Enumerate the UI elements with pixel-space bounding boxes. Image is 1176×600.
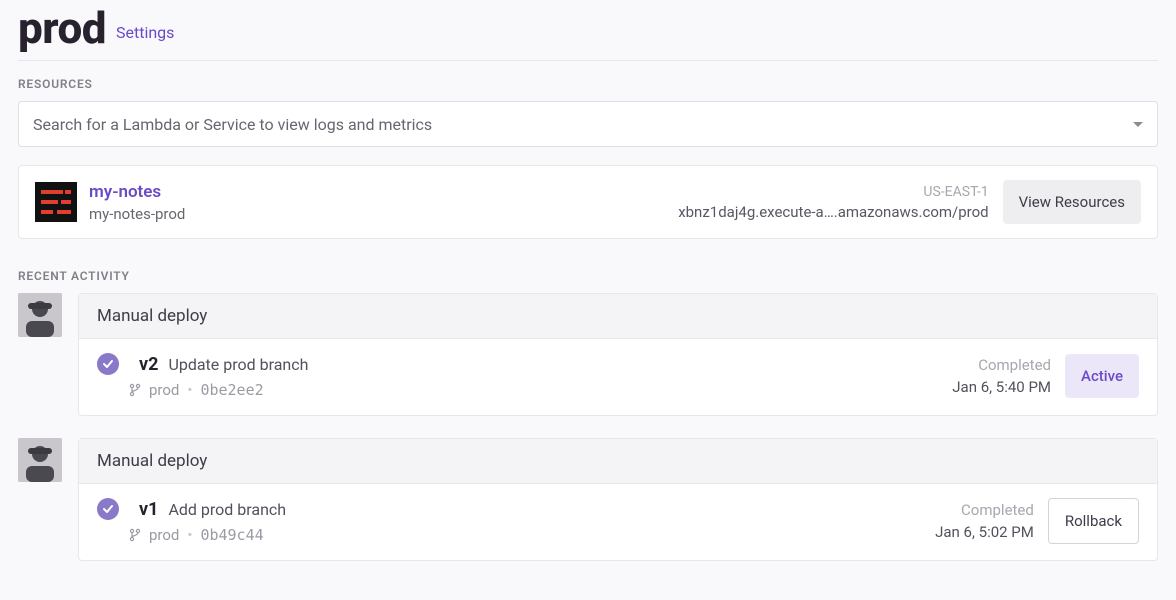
activity-section-label: RECENT ACTIVITY <box>18 269 1158 283</box>
activity-row: Manual deploy v1 Add prod branch prod • … <box>18 438 1158 561</box>
activity-title: Manual deploy <box>79 294 1157 339</box>
commit-hash: 0be2ee2 <box>200 381 263 399</box>
rollback-button[interactable]: Rollback <box>1048 498 1139 544</box>
activity-row: Manual deploy v2 Update prod branch prod… <box>18 293 1158 416</box>
search-placeholder: Search for a Lambda or Service to view l… <box>33 115 432 134</box>
commit-hash: 0b49c44 <box>200 526 263 544</box>
resource-info: my-notes my-notes-prod <box>89 182 185 223</box>
resource-name-link[interactable]: my-notes <box>89 182 185 202</box>
check-icon <box>97 353 119 375</box>
deploy-info: v1 Add prod branch prod • 0b49c44 <box>97 498 286 544</box>
settings-link[interactable]: Settings <box>116 23 174 50</box>
commit-message: Update prod branch <box>168 355 308 374</box>
resources-section-label: RESOURCES <box>18 77 1158 91</box>
deploy-timestamp: Jan 6, 5:02 PM <box>935 523 1034 541</box>
title-divider <box>18 60 1158 61</box>
resource-endpoint: xbnz1daj4g.execute-a….amazonaws.com/prod <box>678 203 988 221</box>
branch-icon <box>129 383 141 397</box>
chevron-down-icon <box>1133 122 1143 127</box>
activity-card: Manual deploy v1 Add prod branch prod • … <box>78 438 1158 561</box>
branch-name: prod <box>149 381 179 399</box>
active-badge-button: Active <box>1065 354 1139 398</box>
avatar <box>18 438 62 482</box>
resource-region: US-EAST-1 <box>923 184 988 200</box>
deploy-status: Completed <box>978 356 1051 374</box>
deploy-meta: Completed Jan 6, 5:40 PM <box>952 356 1051 396</box>
activity-title: Manual deploy <box>79 439 1157 484</box>
check-icon <box>97 498 119 520</box>
branch-name: prod <box>149 526 179 544</box>
commit-message: Add prod branch <box>168 500 286 519</box>
resource-search-dropdown[interactable]: Search for a Lambda or Service to view l… <box>18 101 1158 147</box>
deploy-info: v2 Update prod branch prod • 0be2ee2 <box>97 353 308 399</box>
resource-slug: my-notes-prod <box>89 205 185 223</box>
serverless-icon <box>35 182 77 222</box>
page-title: prod <box>18 6 106 50</box>
avatar <box>18 293 62 337</box>
activity-card: Manual deploy v2 Update prod branch prod… <box>78 293 1158 416</box>
separator-dot: • <box>187 526 192 544</box>
deploy-version: v1 <box>139 499 158 520</box>
deploy-version: v2 <box>139 354 158 375</box>
deploy-meta: Completed Jan 6, 5:02 PM <box>935 501 1034 541</box>
page-header: prod Settings <box>18 0 1158 60</box>
branch-icon <box>129 528 141 542</box>
separator-dot: • <box>187 381 192 399</box>
resource-meta: US-EAST-1 xbnz1daj4g.execute-a….amazonaw… <box>678 184 988 221</box>
deploy-timestamp: Jan 6, 5:40 PM <box>952 378 1051 396</box>
deploy-status: Completed <box>961 501 1034 519</box>
resource-card: my-notes my-notes-prod US-EAST-1 xbnz1da… <box>18 165 1158 239</box>
view-resources-button[interactable]: View Resources <box>1003 180 1141 224</box>
